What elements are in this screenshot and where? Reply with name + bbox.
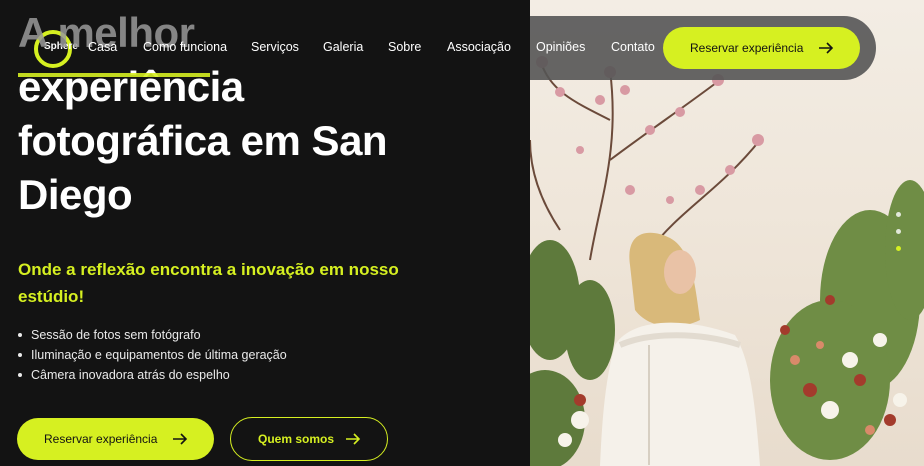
title-highlight-bar xyxy=(18,73,210,77)
nav-item-servicos[interactable]: Serviços xyxy=(251,40,299,54)
arrow-right-icon xyxy=(819,42,834,54)
nav-item-casa[interactable]: Casa xyxy=(88,40,117,54)
about-us-label: Quem somos xyxy=(258,432,335,446)
list-item: Sessão de fotos sem fotógrafo xyxy=(18,325,287,345)
hero-title-line: Diego xyxy=(18,171,133,218)
nav-item-opinioes[interactable]: Opiniões xyxy=(536,40,585,54)
about-us-button[interactable]: Quem somos xyxy=(230,417,388,461)
arrow-right-icon xyxy=(346,433,361,445)
hero-title: A melhor experiência fotográfica em San … xyxy=(18,6,448,222)
feature-list: Sessão de fotos sem fotógrafo Iluminação… xyxy=(18,325,287,385)
slider-dot[interactable] xyxy=(896,229,901,234)
nav-item-associacao[interactable]: Associação xyxy=(447,40,511,54)
nav-item-galeria[interactable]: Galeria xyxy=(323,40,363,54)
nav-item-como-funciona[interactable]: Como funciona xyxy=(143,40,227,54)
book-experience-button[interactable]: Reservar experiência xyxy=(17,418,214,460)
hero-title-line: fotográfica em San xyxy=(18,117,388,164)
book-experience-label: Reservar experiência xyxy=(44,432,158,446)
nav-book-button[interactable]: Reservar experiência xyxy=(663,27,860,69)
nav-item-contato[interactable]: Contato xyxy=(611,40,655,54)
slider-dot-active[interactable] xyxy=(896,246,901,251)
list-item: Iluminação e equipamentos de última gera… xyxy=(18,345,287,365)
slider-dot[interactable] xyxy=(896,212,901,217)
hero-title-line: experiência xyxy=(18,63,244,110)
hero-subtitle: Onde a reflexão encontra a inovação em n… xyxy=(18,260,399,306)
nav-item-sobre[interactable]: Sobre xyxy=(388,40,421,54)
arrow-right-icon xyxy=(173,433,188,445)
slider-dots xyxy=(896,212,901,263)
list-item: Câmera inovadora atrás do espelho xyxy=(18,365,287,385)
nav-book-label: Reservar experiência xyxy=(690,41,804,55)
